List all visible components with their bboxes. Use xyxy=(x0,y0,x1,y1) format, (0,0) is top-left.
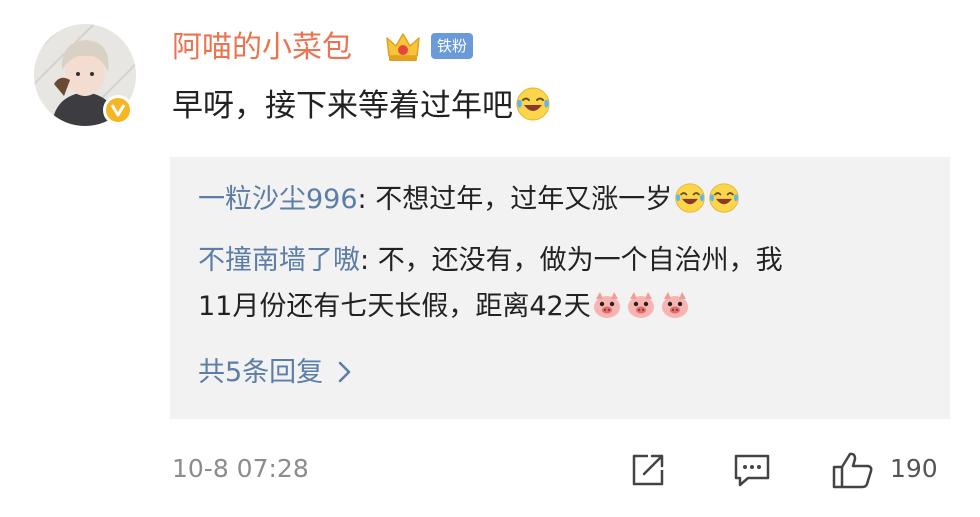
reply-2-author[interactable]: 不撞南墙了嗷 xyxy=(198,245,360,276)
reply-2-text: 不，还没有，做为一个自治州，我 xyxy=(377,245,783,276)
pig-emoji xyxy=(659,289,691,321)
more-replies-link[interactable]: 共5条回复 xyxy=(198,352,353,394)
reply-2-line-2: 11月份还有七天长假，距离42天 xyxy=(198,284,693,330)
post-content: 早呀，接下来等着过年吧 xyxy=(172,85,551,127)
reply-1-text: 不想过年，过年又涨一岁 xyxy=(375,184,673,215)
reply-1-author[interactable]: 一粒沙尘996 xyxy=(198,184,358,215)
post-timestamp: 10-8 07:28 xyxy=(172,454,309,483)
chevron-right-icon xyxy=(337,360,353,384)
fan-badge: 铁粉 xyxy=(431,33,474,59)
share-icon[interactable] xyxy=(626,450,670,490)
comment-icon[interactable] xyxy=(730,450,774,490)
pig-emoji xyxy=(591,289,623,321)
reply-1: 一粒沙尘996: 不想过年，过年又涨一岁 xyxy=(198,177,740,223)
crown-icon xyxy=(383,26,423,66)
username[interactable]: 阿喵的小菜包 xyxy=(172,30,352,66)
verified-v-icon xyxy=(103,95,133,125)
reply-2-line-1: 不撞南墙了嗷: 不，还没有，做为一个自治州，我 xyxy=(198,245,783,276)
laugh-cry-emoji xyxy=(708,182,740,214)
laugh-cry-emoji xyxy=(674,182,706,214)
pig-emoji xyxy=(625,289,657,321)
like-count: 190 xyxy=(890,454,938,483)
laugh-cry-emoji xyxy=(515,86,551,122)
like-icon[interactable] xyxy=(830,450,876,490)
